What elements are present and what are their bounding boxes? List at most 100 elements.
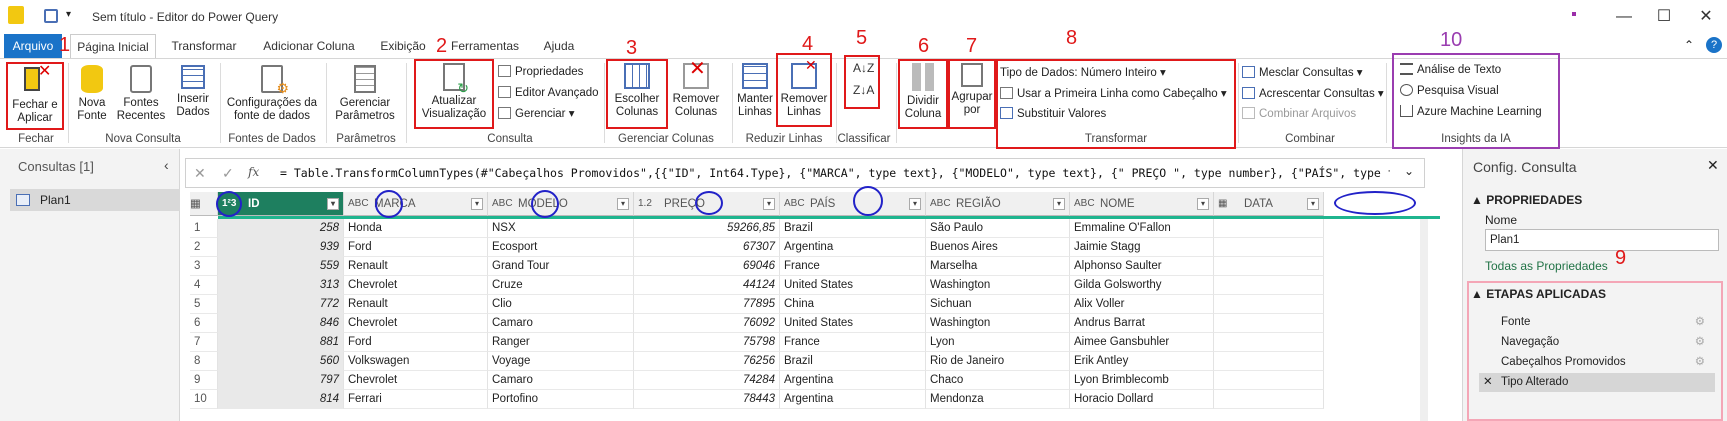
column-header-região[interactable]: ABC REGIÃO ▾ bbox=[926, 192, 1070, 216]
table-cell[interactable]: Honda bbox=[344, 219, 488, 238]
table-cell[interactable]: Ford bbox=[344, 333, 488, 352]
table-cell[interactable]: 76256 bbox=[634, 352, 780, 371]
column-filter-dropdown-icon[interactable]: ▾ bbox=[909, 198, 921, 210]
row-number[interactable]: 10 bbox=[190, 390, 218, 409]
table-cell[interactable]: Andrus Barrat bbox=[1070, 314, 1214, 333]
recent-sources-button[interactable]: Fontes Recentes bbox=[114, 65, 168, 123]
save-icon[interactable] bbox=[44, 9, 58, 23]
table-cell[interactable]: NSX bbox=[488, 219, 634, 238]
table-cell[interactable]: Buenos Aires bbox=[926, 238, 1070, 257]
choose-columns-button[interactable]: Escolher Colunas bbox=[608, 63, 666, 119]
table-cell[interactable]: Ecosport bbox=[488, 238, 634, 257]
column-filter-dropdown-icon[interactable]: ▾ bbox=[763, 198, 775, 210]
table-cell[interactable]: 560 bbox=[218, 352, 344, 371]
table-cell[interactable]: United States bbox=[780, 276, 926, 295]
keep-rows-button[interactable]: Manter Linhas bbox=[734, 63, 776, 119]
table-cell[interactable]: Portofino bbox=[488, 390, 634, 409]
table-cell[interactable]: 797 bbox=[218, 371, 344, 390]
table-cell[interactable]: 559 bbox=[218, 257, 344, 276]
collapse-queries-icon[interactable]: ‹ bbox=[164, 157, 169, 173]
applied-step[interactable]: ⚙ Navegação bbox=[1479, 333, 1715, 352]
row-number[interactable]: 2 bbox=[190, 238, 218, 257]
table-cell[interactable]: 78443 bbox=[634, 390, 780, 409]
vision-button[interactable]: Pesquisa Visual bbox=[1400, 84, 1499, 97]
table-cell[interactable]: Alix Voller bbox=[1070, 295, 1214, 314]
row-number[interactable]: 8 bbox=[190, 352, 218, 371]
table-cell[interactable]: 881 bbox=[218, 333, 344, 352]
table-cell[interactable]: Emmaline O'Fallon bbox=[1070, 219, 1214, 238]
table-cell[interactable]: Sichuan bbox=[926, 295, 1070, 314]
table-cell-data[interactable] bbox=[1214, 314, 1324, 333]
quick-access-dropdown-icon[interactable]: ▾ bbox=[66, 9, 71, 20]
tab-pagina-inicial[interactable]: Página Inicial bbox=[70, 34, 156, 58]
column-type-icon[interactable]: ABC bbox=[784, 192, 805, 216]
manage-button[interactable]: Gerenciar ▾ bbox=[498, 106, 574, 120]
remove-columns-button[interactable]: ✕ Remover Colunas bbox=[668, 59, 724, 119]
table-cell[interactable]: Renault bbox=[344, 257, 488, 276]
table-cell[interactable]: Marselha bbox=[926, 257, 1070, 276]
sort-ascending-button[interactable]: A↓Z bbox=[853, 61, 874, 75]
table-cell[interactable]: 77895 bbox=[634, 295, 780, 314]
close-settings-icon[interactable]: ✕ bbox=[1707, 157, 1719, 174]
cancel-formula-icon[interactable]: ✕ bbox=[194, 165, 206, 182]
table-cell[interactable]: São Paulo bbox=[926, 219, 1070, 238]
step-settings-icon[interactable]: ⚙ bbox=[1695, 333, 1705, 352]
column-filter-dropdown-icon[interactable]: ▾ bbox=[1197, 198, 1209, 210]
table-cell-data[interactable] bbox=[1214, 257, 1324, 276]
table-cell[interactable]: 772 bbox=[218, 295, 344, 314]
table-cell-data[interactable] bbox=[1214, 276, 1324, 295]
step-settings-icon[interactable]: ⚙ bbox=[1695, 313, 1705, 332]
confirm-formula-icon[interactable]: ✓ bbox=[222, 165, 234, 182]
table-cell[interactable]: 74284 bbox=[634, 371, 780, 390]
column-type-icon[interactable]: 1.2 bbox=[638, 192, 652, 216]
append-queries-button[interactable]: Acrescentar Consultas ▾ bbox=[1242, 86, 1384, 100]
properties-button[interactable]: Propriedades bbox=[498, 65, 583, 78]
row-number[interactable]: 5 bbox=[190, 295, 218, 314]
replace-values-button[interactable]: Substituir Valores bbox=[1000, 107, 1106, 120]
table-cell[interactable]: 75798 bbox=[634, 333, 780, 352]
table-cell[interactable]: Aimee Gansbuhler bbox=[1070, 333, 1214, 352]
table-cell[interactable]: Chevrolet bbox=[344, 276, 488, 295]
table-cell[interactable]: 939 bbox=[218, 238, 344, 257]
table-cell[interactable]: Argentina bbox=[780, 238, 926, 257]
table-cell[interactable]: 313 bbox=[218, 276, 344, 295]
vertical-scrollbar[interactable] bbox=[1420, 219, 1428, 421]
row-number[interactable]: 9 bbox=[190, 371, 218, 390]
fx-icon[interactable]: fx bbox=[248, 165, 259, 179]
advanced-editor-button[interactable]: Editor Avançado bbox=[498, 86, 599, 99]
table-cell[interactable]: Rio de Janeiro bbox=[926, 352, 1070, 371]
table-cell[interactable]: Washington bbox=[926, 276, 1070, 295]
manage-params-button[interactable]: Gerenciar Parâmetros bbox=[330, 65, 400, 123]
merge-queries-button[interactable]: Mesclar Consultas ▾ bbox=[1242, 65, 1363, 79]
column-type-icon[interactable]: ▦ bbox=[1218, 192, 1227, 216]
table-cell[interactable]: Clio bbox=[488, 295, 634, 314]
group-by-button[interactable]: Agrupar por bbox=[950, 63, 994, 117]
data-source-settings-button[interactable]: ⚙ Configurações da fonte de dados bbox=[222, 65, 322, 123]
first-row-header-button[interactable]: Usar a Primeira Linha como Cabeçalho ▾ bbox=[1000, 86, 1227, 100]
tab-ferramentas[interactable]: Ferramentas bbox=[450, 34, 520, 58]
table-cell[interactable]: Brazil bbox=[780, 219, 926, 238]
table-cell[interactable]: 44124 bbox=[634, 276, 780, 295]
table-cell[interactable]: 814 bbox=[218, 390, 344, 409]
query-item-plan1[interactable]: Plan1 bbox=[10, 189, 180, 211]
table-cell[interactable]: Lyon bbox=[926, 333, 1070, 352]
table-cell[interactable]: 69046 bbox=[634, 257, 780, 276]
table-cell[interactable]: Ford bbox=[344, 238, 488, 257]
maximize-button[interactable]: ☐ bbox=[1644, 6, 1684, 28]
table-cell[interactable]: 76092 bbox=[634, 314, 780, 333]
table-cell[interactable]: 59266,85 bbox=[634, 219, 780, 238]
table-cell[interactable]: Washington bbox=[926, 314, 1070, 333]
table-cell-data[interactable] bbox=[1214, 295, 1324, 314]
column-type-icon[interactable]: ABC bbox=[930, 192, 951, 216]
table-cell[interactable]: 67307 bbox=[634, 238, 780, 257]
close-window-button[interactable]: ✕ bbox=[1686, 6, 1726, 28]
sort-descending-button[interactable]: Z↓A bbox=[853, 83, 874, 97]
table-cell[interactable]: Grand Tour bbox=[488, 257, 634, 276]
table-cell-data[interactable] bbox=[1214, 238, 1324, 257]
column-type-icon[interactable]: ABC bbox=[348, 192, 369, 216]
column-type-icon[interactable]: ABC bbox=[492, 192, 513, 216]
table-cell[interactable]: Gilda Golsworthy bbox=[1070, 276, 1214, 295]
table-cell[interactable]: Erik Antley bbox=[1070, 352, 1214, 371]
table-cell-data[interactable] bbox=[1214, 333, 1324, 352]
table-cell[interactable]: Ranger bbox=[488, 333, 634, 352]
